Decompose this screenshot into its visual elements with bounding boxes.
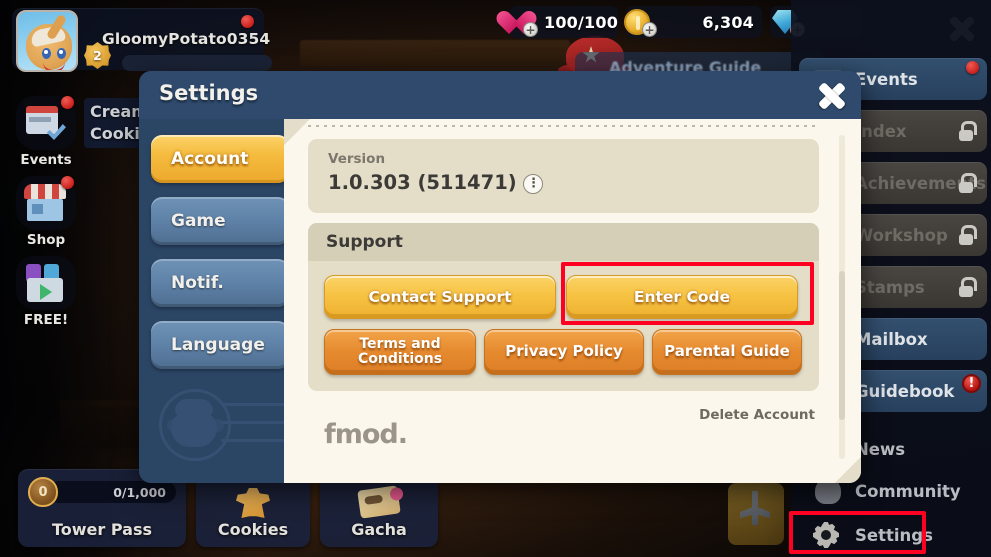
tower-pass-progress-text: 0/1,000 [113, 484, 166, 500]
content-scrollbar-track[interactable] [839, 135, 845, 459]
cookies-label: Cookies [217, 520, 289, 539]
settings-tab-rail: Account Game Notif. Language [139, 119, 305, 483]
tab-game[interactable]: Game [151, 197, 289, 245]
coins-value: 6,304 [702, 12, 754, 32]
currency-hearts[interactable]: + 100/100 [510, 6, 618, 38]
right-menu-label-news: News [855, 439, 906, 459]
profile-notification-dot [241, 15, 254, 28]
delete-account-link[interactable]: Delete Account [699, 407, 815, 423]
rail-label-free: FREE! [23, 312, 69, 328]
currency-coins[interactable]: + 6,304 [624, 6, 762, 38]
enter-code-label: Enter Code [633, 287, 731, 306]
right-menu-label-settings: Settings [855, 525, 933, 545]
play-icon [40, 284, 52, 300]
rail-item-shop[interactable]: Shop [14, 176, 78, 248]
right-menu-label-events: Events [855, 69, 918, 89]
player-xp-bar [122, 55, 272, 71]
tab-notif[interactable]: Notif. [151, 259, 289, 307]
rail-item-free[interactable]: FREE! [14, 256, 78, 328]
contact-support-button[interactable]: Contact Support [324, 275, 556, 319]
privacy-policy-label: Privacy Policy [505, 342, 623, 361]
version-label: Version [328, 151, 386, 167]
settings-dialog-close-button[interactable] [817, 81, 847, 111]
avatar-eye-right [57, 48, 66, 59]
right-menu-label-workshop: Workshop [855, 225, 948, 245]
tower-pass-coin-value: 0 [38, 484, 48, 500]
hearts-value: 100/100 [544, 12, 619, 32]
tab-account-label: Account [171, 149, 249, 169]
player-level-badge: 2 [84, 42, 111, 69]
right-menu-label-mailbox: Mailbox [855, 329, 928, 349]
guidebook-alert-badge: ! [962, 374, 981, 393]
right-menu-label-community: Community [855, 481, 961, 501]
rail-item-events[interactable]: Events [14, 96, 78, 168]
tab-game-label: Game [171, 211, 226, 231]
tab-language-label: Language [171, 335, 265, 355]
lock-icon [957, 225, 977, 245]
tower-pass-coin-icon: 0 [28, 477, 58, 507]
player-name: GloomyPotato0354 [102, 30, 271, 48]
decorative-hair [175, 399, 213, 415]
lock-icon [957, 121, 977, 141]
gear-icon [813, 522, 839, 548]
calendar-glyph [26, 106, 58, 134]
parental-guide-label: Parental Guide [664, 342, 790, 361]
close-icon [817, 81, 847, 111]
right-menu-item-settings[interactable]: Settings [799, 514, 987, 556]
rail-label-shop: Shop [26, 232, 66, 248]
shop-body-glyph [27, 199, 63, 221]
avatar-mouth [43, 62, 65, 70]
tower-pass-progress-bar: 0/1,000 [48, 481, 176, 503]
shop-badge [61, 176, 74, 189]
rail-label-events: Events [20, 152, 72, 168]
parental-guide-button[interactable]: Parental Guide [652, 329, 802, 375]
fmod-logo: fmod. [324, 419, 408, 450]
cookie-icon [236, 488, 270, 518]
coins-plus-icon[interactable]: + [642, 22, 657, 37]
lock-icon [957, 173, 977, 193]
player-level-value: 2 [93, 48, 102, 63]
privacy-policy-button[interactable]: Privacy Policy [484, 329, 644, 375]
events-badge [61, 96, 74, 109]
terms-and-conditions-button[interactable]: Terms and Conditions [324, 329, 476, 375]
gacha-icon [357, 485, 401, 519]
support-section-header: Support [308, 223, 819, 261]
shop-roof-glyph [24, 184, 66, 199]
right-menu-label-stamps: Stamps [855, 277, 925, 297]
content-top-divider [308, 125, 819, 127]
shop-icon [16, 176, 76, 230]
tower-pass-label: Tower Pass [51, 520, 152, 539]
settings-dialog-header: Settings [139, 71, 861, 119]
avatar[interactable] [16, 10, 78, 72]
lock-icon [957, 277, 977, 297]
calendar-icon [16, 96, 76, 150]
right-menu-label-index: Index [855, 121, 907, 141]
tab-account[interactable]: Account [151, 135, 289, 183]
avatar-eye-left [42, 48, 51, 59]
terms-and-conditions-label: Terms and Conditions [357, 336, 443, 367]
hearts-plus-icon[interactable]: + [523, 22, 538, 37]
free-gift-icon [16, 256, 76, 310]
version-number: 1.0.303 (511471) [328, 171, 517, 194]
decorative-head [171, 411, 217, 447]
content-scrollbar-thumb[interactable] [839, 271, 845, 421]
version-value: 1.0.303 (511471) ⋮ [328, 171, 545, 194]
settings-dialog-body: Version 1.0.303 (511471) ⋮ Support Conta… [284, 119, 861, 483]
info-icon[interactable]: ⋮ [523, 173, 544, 194]
game-screen: Adventure Guide GloomyPotato0354 2 + 100… [0, 0, 991, 557]
support-card: Support Contact Support Enter Code Terms… [308, 223, 819, 391]
version-card: Version 1.0.303 (511471) ⋮ [308, 139, 819, 213]
tab-notif-label: Notif. [171, 273, 224, 293]
enter-code-button[interactable]: Enter Code [566, 275, 798, 319]
settings-dialog: Settings Account Game Notif. Language Ve… [139, 71, 861, 483]
gacha-label: Gacha [351, 520, 407, 539]
settings-dialog-title: Settings [159, 81, 259, 105]
events-menu-badge [966, 61, 979, 74]
tab-language[interactable]: Language [151, 321, 289, 369]
right-menu-label-guidebook: Guidebook [855, 381, 955, 401]
contact-support-label: Contact Support [368, 287, 512, 306]
